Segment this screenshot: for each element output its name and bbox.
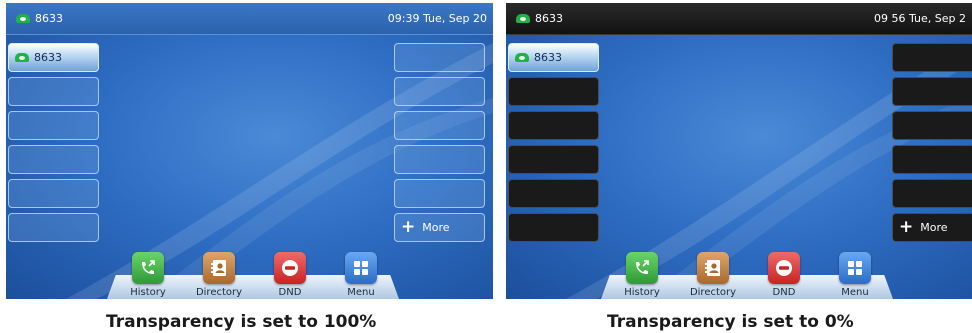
- status-account-number: 8633: [35, 12, 63, 25]
- history-icon: [132, 252, 164, 284]
- more-key[interactable]: + More: [892, 213, 972, 242]
- menu-grid-icon: [839, 252, 871, 284]
- line-key-label: 8633: [34, 51, 62, 64]
- phone-screen-transparent: 8633 09:39 Tue, Sep 20 8633 + More Histo…: [6, 3, 493, 299]
- status-time: 09:39 Tue, Sep 20: [387, 12, 487, 25]
- directory-icon: [697, 252, 729, 284]
- line-key-9[interactable]: [892, 111, 972, 140]
- softkey-label: History: [130, 287, 166, 298]
- history-icon: [626, 252, 658, 284]
- softkey-label: DND: [772, 287, 796, 298]
- dnd-icon: [768, 252, 800, 284]
- softkey-dnd[interactable]: DND: [749, 252, 819, 298]
- line-key-8[interactable]: [394, 77, 485, 106]
- softkey-menu[interactable]: Menu: [820, 252, 890, 298]
- line-key-8[interactable]: [892, 77, 972, 106]
- status-bar: 8633 09:39 Tue, Sep 20: [6, 3, 493, 35]
- softkey-label: DND: [278, 287, 302, 298]
- softkey-history[interactable]: History: [113, 252, 183, 298]
- phone-screen-opaque: 8633 09 56 Tue, Sep 2 8633 + More Histor…: [506, 3, 972, 299]
- line-key-7[interactable]: [892, 43, 972, 72]
- more-key[interactable]: + More: [394, 213, 485, 242]
- line-key-5[interactable]: [508, 179, 599, 208]
- phone-icon: [16, 14, 30, 23]
- line-key-label: 8633: [534, 51, 562, 64]
- softkey-label: Menu: [841, 287, 869, 298]
- line-key-11[interactable]: [394, 179, 485, 208]
- line-key-5[interactable]: [8, 179, 99, 208]
- line-key-1[interactable]: 8633: [508, 43, 599, 72]
- menu-grid-icon: [345, 252, 377, 284]
- dnd-icon: [274, 252, 306, 284]
- softkey-directory[interactable]: Directory: [184, 252, 254, 298]
- plus-icon: +: [401, 217, 416, 237]
- caption-opaque: Transparency is set to 0%: [607, 312, 854, 332]
- plus-icon: +: [899, 217, 914, 237]
- line-key-10[interactable]: [394, 145, 485, 174]
- more-key-label: More: [920, 221, 948, 234]
- line-key-4[interactable]: [8, 145, 99, 174]
- line-key-3[interactable]: [508, 111, 599, 140]
- status-bar: 8633 09 56 Tue, Sep 2: [506, 3, 972, 35]
- phone-icon: [515, 53, 529, 62]
- line-key-6[interactable]: [508, 213, 599, 242]
- status-account: 8633: [16, 12, 63, 25]
- phone-icon: [15, 53, 29, 62]
- status-time: 09 56 Tue, Sep 2: [874, 12, 966, 25]
- softkey-label: Menu: [347, 287, 375, 298]
- softkey-menu[interactable]: Menu: [326, 252, 396, 298]
- line-key-4[interactable]: [508, 145, 599, 174]
- status-account-number: 8633: [535, 12, 563, 25]
- softkey-label: History: [624, 287, 660, 298]
- line-key-6[interactable]: [8, 213, 99, 242]
- softkey-dnd[interactable]: DND: [255, 252, 325, 298]
- line-key-7[interactable]: [394, 43, 485, 72]
- more-key-label: More: [422, 221, 450, 234]
- line-key-1[interactable]: 8633: [8, 43, 99, 72]
- softkey-label: Directory: [689, 287, 737, 298]
- status-account: 8633: [516, 12, 563, 25]
- phone-icon: [516, 14, 530, 23]
- softkey-directory[interactable]: Directory: [678, 252, 748, 298]
- line-key-3[interactable]: [8, 111, 99, 140]
- caption-transparent: Transparency is set to 100%: [106, 312, 377, 332]
- line-key-2[interactable]: [508, 77, 599, 106]
- softkey-history[interactable]: History: [607, 252, 677, 298]
- softkey-label: Directory: [195, 287, 243, 298]
- directory-icon: [203, 252, 235, 284]
- line-key-9[interactable]: [394, 111, 485, 140]
- line-key-10[interactable]: [892, 145, 972, 174]
- line-key-11[interactable]: [892, 179, 972, 208]
- line-key-2[interactable]: [8, 77, 99, 106]
